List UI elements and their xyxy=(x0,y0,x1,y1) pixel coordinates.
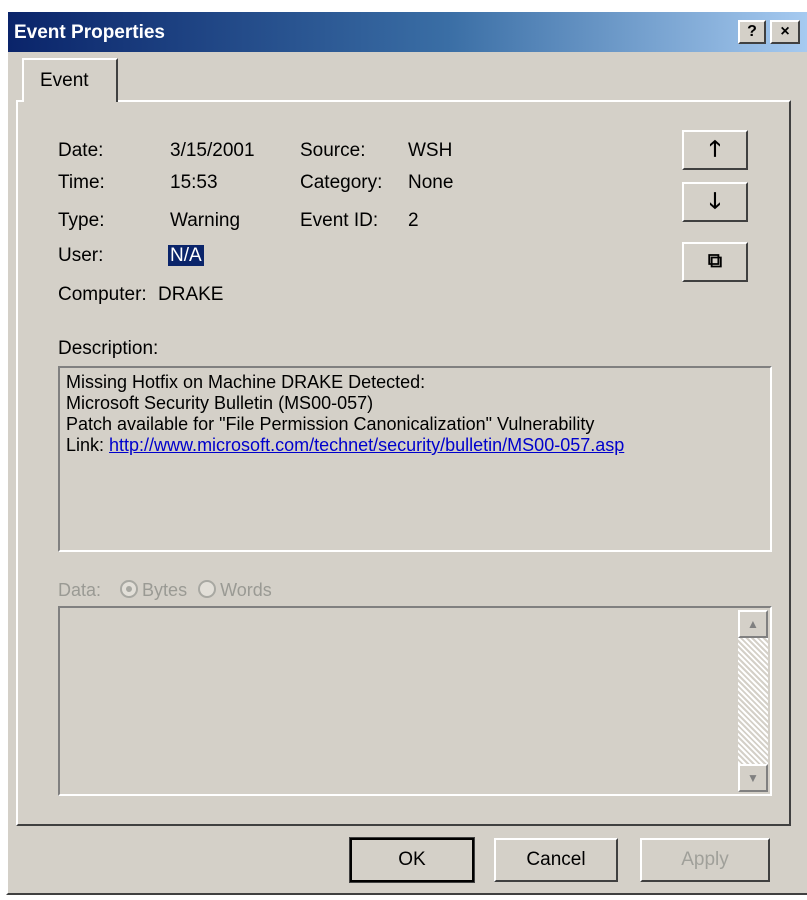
eventid-label: Event ID: xyxy=(300,210,379,231)
arrow-up-icon: 🡑 xyxy=(709,136,721,161)
previous-event-button[interactable]: 🡑 xyxy=(682,130,748,170)
cancel-button[interactable]: Cancel xyxy=(494,838,618,882)
copy-icon: ⧉ xyxy=(707,250,723,272)
arrow-down-icon: 🡓 xyxy=(709,188,721,213)
words-label: Words xyxy=(220,580,272,600)
date-value: 3/15/2001 xyxy=(170,140,255,161)
source-label: Source: xyxy=(300,140,366,161)
computer-value: DRAKE xyxy=(158,284,224,305)
bytes-label: Bytes xyxy=(142,580,188,600)
computer-label: Computer: xyxy=(58,284,147,305)
copy-event-button[interactable]: ⧉ xyxy=(682,242,748,282)
scroll-down-button[interactable]: ▼ xyxy=(738,764,768,792)
data-label: Data: xyxy=(58,580,102,600)
description-link-line: Link: http://www.microsoft.com/technet/s… xyxy=(66,435,764,456)
close-button[interactable]: × xyxy=(770,20,800,44)
words-radio[interactable] xyxy=(198,580,217,598)
data-format-row: Data: Bytes Words xyxy=(58,580,272,601)
category-value: None xyxy=(408,172,454,193)
title-bar[interactable]: Event Properties ? × xyxy=(8,12,807,52)
scroll-up-button[interactable]: ▲ xyxy=(738,610,768,638)
user-value-container[interactable]: N/A xyxy=(168,245,204,267)
data-box[interactable]: ▲ ▼ xyxy=(58,606,772,796)
description-line: Microsoft Security Bulletin (MS00-057) xyxy=(66,393,374,413)
bytes-radio[interactable] xyxy=(120,580,139,598)
user-label: User: xyxy=(58,245,104,266)
date-label: Date: xyxy=(58,140,104,161)
time-label: Time: xyxy=(58,172,105,193)
next-event-button[interactable]: 🡓 xyxy=(682,182,748,222)
type-value: Warning xyxy=(170,210,241,231)
description-box[interactable]: Missing Hotfix on Machine DRAKE Detected… xyxy=(58,366,772,552)
eventid-value: 2 xyxy=(408,210,419,231)
user-value[interactable]: N/A xyxy=(168,245,204,266)
description-label: Description: xyxy=(58,338,159,359)
description-line: Missing Hotfix on Machine DRAKE Detected… xyxy=(66,372,426,392)
tab-event[interactable]: Event xyxy=(22,58,118,102)
data-scrollbar[interactable]: ▲ ▼ xyxy=(738,610,768,792)
window-title: Event Properties xyxy=(14,22,165,43)
type-label: Type: xyxy=(58,210,105,231)
link-prefix: Link: xyxy=(66,435,110,455)
source-value: WSH xyxy=(408,140,453,161)
time-value: 15:53 xyxy=(170,172,218,193)
help-button[interactable]: ? xyxy=(738,20,766,44)
category-label: Category: xyxy=(300,172,383,193)
bulletin-link[interactable]: http://www.microsoft.com/technet/securit… xyxy=(109,435,624,455)
description-line: Patch available for "File Permission Can… xyxy=(66,414,595,434)
ok-button[interactable]: OK xyxy=(349,837,475,883)
apply-button[interactable]: Apply xyxy=(640,838,770,882)
